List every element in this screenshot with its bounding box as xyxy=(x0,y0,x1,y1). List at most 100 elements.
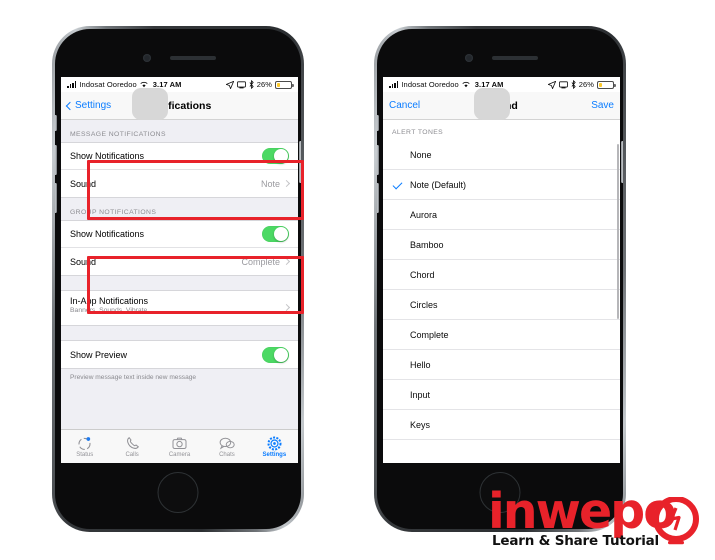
navigation-bar-right: Cancel Sound Save xyxy=(383,88,620,120)
tab-label: Chats xyxy=(219,451,235,458)
message-notifications-group: Show Notifications Sound Note xyxy=(61,142,298,198)
title-overlay-artifact xyxy=(474,88,510,120)
carrier-label: Indosat Ooredoo xyxy=(79,80,137,89)
signal-bars-icon xyxy=(67,81,77,88)
section-header-message-notifications: MESSAGE NOTIFICATIONS xyxy=(70,131,166,138)
tone-row-bamboo[interactable]: Bamboo xyxy=(383,230,620,260)
settings-list-left[interactable]: MESSAGE NOTIFICATIONS Show Notifications… xyxy=(61,120,298,463)
row-label: Show Notifications xyxy=(70,229,145,239)
list-spacer-2 xyxy=(61,326,298,340)
inwepo-watermark-logo: inwepo Learn & Share Tutorial xyxy=(488,487,706,555)
show-preview-group: Show Preview xyxy=(61,340,298,369)
power-button[interactable] xyxy=(621,141,623,183)
row-label: Show Notifications xyxy=(70,151,145,161)
phone-body-left: Indosat Ooredoo 3.17 AM 26% Settings Not… xyxy=(55,29,301,529)
status-bar-left: Indosat Ooredoo 3.17 AM 26% xyxy=(61,77,298,92)
power-button[interactable] xyxy=(299,141,301,183)
front-camera-icon xyxy=(143,54,151,62)
row-label: Sound xyxy=(70,178,97,189)
iphone-device-right: Indosat Ooredoo 3.17 AM 26% Cancel Save … xyxy=(374,26,626,532)
row-label: Sound xyxy=(70,256,97,267)
tab-settings[interactable]: Settings xyxy=(251,430,298,463)
tone-row-circles[interactable]: Circles xyxy=(383,290,620,320)
wifi-icon xyxy=(462,81,470,88)
tone-row-aurora[interactable]: Aurora xyxy=(383,200,620,230)
back-button-label: Settings xyxy=(75,100,112,111)
row-sound-message[interactable]: Sound Note xyxy=(61,170,298,197)
phone-screen-left: Indosat Ooredoo 3.17 AM 26% Settings Not… xyxy=(61,77,298,463)
row-text-stack: In-App Notifications Banners, Sounds, Vi… xyxy=(70,296,284,314)
tab-camera[interactable]: Camera xyxy=(156,430,203,463)
row-sublabel: Banners, Sounds, Vibrate xyxy=(70,307,148,314)
chat-bubbles-icon xyxy=(219,437,235,450)
screen-mirroring-icon xyxy=(558,80,568,88)
tab-chats[interactable]: Chats xyxy=(203,430,250,463)
tab-status[interactable]: Status xyxy=(61,430,108,463)
battery-percent-label: 26% xyxy=(256,80,272,89)
mute-switch[interactable] xyxy=(55,115,57,131)
toggle-knob xyxy=(274,227,288,241)
home-button-left[interactable] xyxy=(157,472,199,513)
tone-label: Note (Default) xyxy=(410,179,467,190)
row-show-notifications-group[interactable]: Show Notifications xyxy=(61,221,298,248)
list-spacer xyxy=(61,276,298,290)
battery-icon xyxy=(275,80,294,89)
earpiece-speaker xyxy=(492,56,538,60)
phone-screen-right: Indosat Ooredoo 3.17 AM 26% Cancel Save … xyxy=(383,77,620,463)
volume-down-button[interactable] xyxy=(377,183,379,213)
row-show-notifications-message[interactable]: Show Notifications xyxy=(61,143,298,170)
show-preview-toggle[interactable] xyxy=(262,346,289,363)
status-bar-left-group: Indosat Ooredoo 3.17 AM xyxy=(67,80,182,89)
bluetooth-icon xyxy=(571,80,576,89)
tone-row-chord[interactable]: Chord xyxy=(383,260,620,290)
volume-down-button[interactable] xyxy=(55,183,57,213)
toggle-knob xyxy=(274,149,288,163)
tone-row-input[interactable]: Input xyxy=(383,380,620,410)
tone-label: None xyxy=(410,149,432,160)
wifi-icon xyxy=(140,81,148,88)
tab-label: Calls xyxy=(125,451,139,458)
tone-row-complete[interactable]: Complete xyxy=(383,320,620,350)
status-bar-right-group: 26% xyxy=(225,80,294,89)
toggle-knob xyxy=(274,347,288,362)
tone-row-none[interactable]: None xyxy=(383,140,620,170)
tone-label: Complete xyxy=(410,329,449,340)
mute-switch[interactable] xyxy=(377,115,379,131)
row-value: Note xyxy=(260,178,280,189)
sound-list[interactable]: ALERT TONES None Note (Default) Aurora B… xyxy=(383,120,620,463)
tone-label: Circles xyxy=(410,299,438,310)
row-show-preview[interactable]: Show Preview xyxy=(61,341,298,368)
section-header-alert-tones: ALERT TONES xyxy=(383,120,620,140)
cancel-button[interactable]: Cancel xyxy=(389,100,420,111)
tone-row-keys[interactable]: Keys xyxy=(383,410,620,440)
volume-up-button[interactable] xyxy=(377,145,379,175)
tab-label: Camera xyxy=(168,451,191,458)
tab-label: Settings xyxy=(262,451,287,458)
tone-row-note-default[interactable]: Note (Default) xyxy=(383,170,620,200)
tone-label: Keys xyxy=(410,419,431,430)
location-arrow-icon xyxy=(225,80,234,89)
volume-up-button[interactable] xyxy=(55,145,57,175)
show-notifications-toggle-message[interactable] xyxy=(262,148,289,164)
tone-row-hello[interactable]: Hello xyxy=(383,350,620,380)
phone-body-right: Indosat Ooredoo 3.17 AM 26% Cancel Save … xyxy=(377,29,623,529)
battery-icon xyxy=(597,80,616,89)
checkmark-icon xyxy=(392,179,403,189)
show-notifications-toggle-group[interactable] xyxy=(262,226,289,242)
tone-label: Bamboo xyxy=(410,239,444,250)
row-label: In-App Notifications xyxy=(70,296,149,306)
camera-icon xyxy=(172,437,187,449)
tab-calls[interactable]: Calls xyxy=(108,430,155,463)
gear-icon xyxy=(267,436,282,450)
back-to-settings-button[interactable]: Settings xyxy=(65,100,112,111)
vertical-scrollbar[interactable] xyxy=(616,144,619,319)
row-sound-group[interactable]: Sound Complete xyxy=(61,248,298,275)
status-bar-right-group: 26% xyxy=(547,80,616,89)
tone-label: Hello xyxy=(410,359,431,370)
front-camera-icon xyxy=(465,54,473,62)
show-preview-footnote: Preview message text inside new message xyxy=(70,374,197,381)
tab-bar: Status Calls Camera Chats Settings xyxy=(61,429,298,463)
row-in-app-notifications[interactable]: In-App Notifications Banners, Sounds, Vi… xyxy=(61,291,298,325)
save-button[interactable]: Save xyxy=(591,100,614,111)
row-label: Show Preview xyxy=(70,349,128,360)
